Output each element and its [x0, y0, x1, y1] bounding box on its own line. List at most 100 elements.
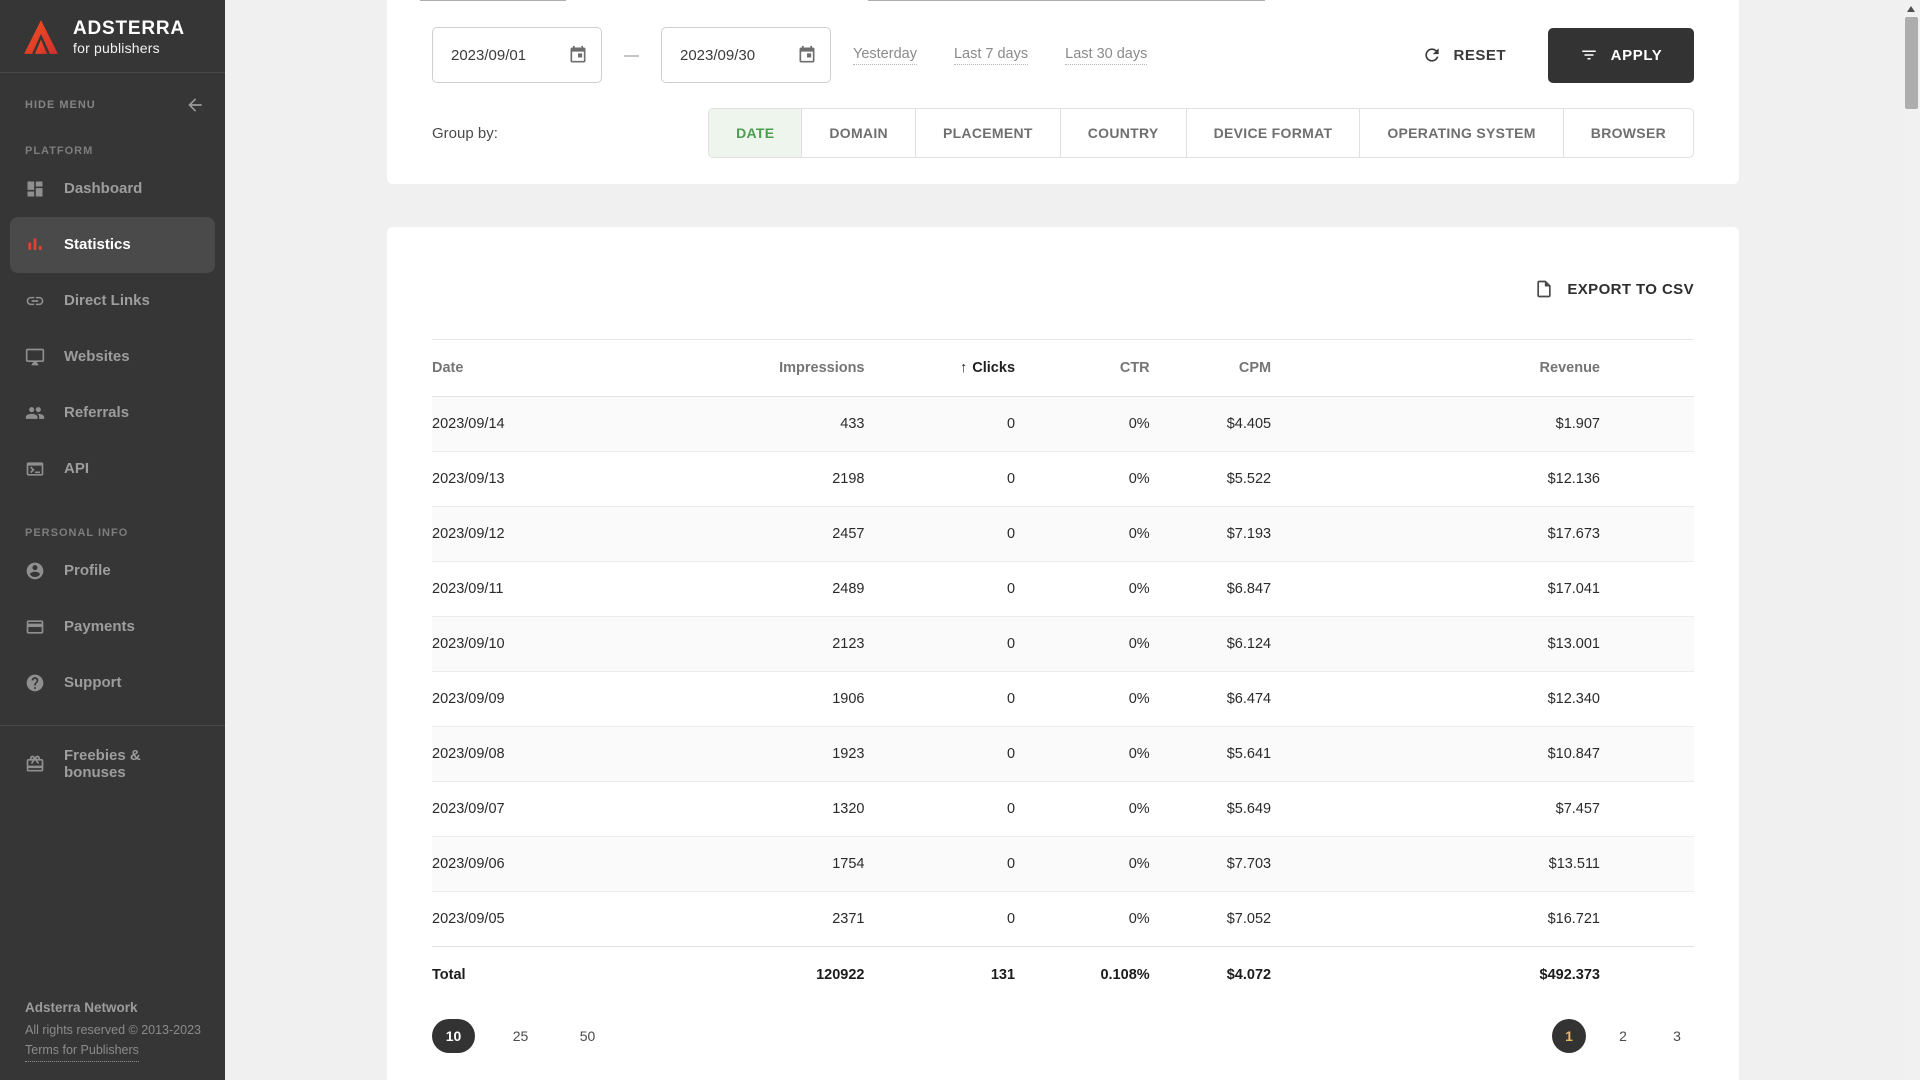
cell-impressions: 2489 — [630, 561, 865, 617]
cell-cpm: $7.193 — [1149, 506, 1272, 562]
export-to-csv-button[interactable]: EXPORT TO CSV — [432, 227, 1694, 299]
vertical-scrollbar[interactable] — [1903, 0, 1920, 1080]
tab-browser[interactable]: BROWSER — [1562, 109, 1693, 157]
column-header-date[interactable]: Date — [432, 339, 631, 397]
statistics-table: Date Impressions ↑ Clicks CTR CPM Revenue 2023… — [432, 339, 1694, 1004]
cell-clicks: 0 — [864, 726, 1016, 782]
tab-date[interactable]: DATE — [709, 109, 802, 157]
cell-cpm: $7.052 — [1149, 891, 1272, 947]
cell-ctr: 0% — [1015, 506, 1150, 562]
column-header-impressions[interactable]: Impressions — [630, 339, 865, 397]
table-row: 2023/09/14 433 0 0% $4.405 $1.907 — [432, 396, 1694, 452]
brand-tagline: for publishers — [73, 39, 160, 56]
calendar-icon[interactable] — [797, 45, 817, 65]
tab-placement[interactable]: PLACEMENT — [914, 109, 1060, 157]
cell-clicks: 0 — [864, 891, 1016, 947]
rights-text: All rights reserved © 2013-2023 — [25, 1022, 201, 1037]
sidebar-item-direct-links[interactable]: Direct Links — [10, 273, 215, 329]
calendar-icon[interactable] — [568, 45, 588, 65]
terms-link[interactable]: Terms for Publishers — [25, 1040, 139, 1062]
cell-revenue: $7.457 — [1271, 781, 1694, 837]
column-header-clicks[interactable]: ↑ Clicks — [864, 339, 1016, 397]
cell-cpm: $6.124 — [1149, 616, 1272, 672]
scroll-up-arrow-icon[interactable] — [1907, 6, 1915, 12]
quick-range-yesterday[interactable]: Yesterday — [853, 46, 917, 65]
sidebar-item-freebies-bonuses[interactable]: Freebies & bonuses — [10, 736, 215, 792]
page-size-50[interactable]: 50 — [566, 1019, 609, 1053]
date-range-separator: — — [624, 46, 639, 64]
cell-clicks: 0 — [864, 451, 1016, 507]
monitor-icon — [25, 347, 45, 367]
sidebar-item-websites[interactable]: Websites — [10, 329, 215, 385]
cell-ctr: 0% — [1015, 451, 1150, 507]
apply-button[interactable]: APPLY — [1548, 27, 1694, 83]
cell-clicks: 0 — [1006, 416, 1016, 432]
tab-domain[interactable]: DOMAIN — [801, 109, 915, 157]
cell-ctr: 0% — [1015, 726, 1150, 782]
section-label-personal-info: PERSONAL INFO — [25, 526, 129, 539]
pagination: 123 — [1552, 1018, 1694, 1053]
group-by-tabs: DATE DOMAIN PLACEMENT COUNTRY DEVICE FORMAT O… — [708, 108, 1694, 158]
column-header-ctr[interactable]: CTR — [1015, 339, 1150, 397]
cell-ctr: 0% — [1015, 781, 1150, 837]
sidebar-item-referrals[interactable]: Referrals — [10, 385, 215, 441]
tab-device-format[interactable]: DEVICE FORMAT — [1185, 109, 1360, 157]
cell-date: 2023/09/11 — [432, 561, 631, 617]
sidebar-item-label: Direct Links — [64, 292, 150, 310]
page-2[interactable]: 2 — [1606, 1019, 1640, 1053]
reset-button[interactable]: RESET — [1422, 45, 1506, 65]
sidebar-item-payments[interactable]: Payments — [10, 599, 215, 655]
page-size-10[interactable]: 10 — [432, 1018, 475, 1053]
cell-revenue: $1.907 — [1555, 416, 1600, 432]
date-to-input[interactable]: 2023/09/30 — [661, 27, 831, 83]
table-row: 2023/09/13 2198 0 0% $5.522 $12.136 — [432, 451, 1694, 507]
quick-range-last-30-days[interactable]: Last 30 days — [1065, 46, 1148, 65]
sidebar-item-dashboard[interactable]: Dashboard — [10, 161, 215, 217]
cell-date: 2023/09/05 — [432, 891, 631, 947]
sidebar-item-label: Websites — [64, 348, 130, 366]
cell-date: 2023/09/14 — [432, 416, 505, 432]
people-icon — [25, 403, 45, 423]
table-row: 2023/09/08 1923 0 0% $5.641 $10.847 — [432, 726, 1694, 782]
date-from-input[interactable]: 2023/09/01 — [432, 27, 602, 83]
column-label: Date — [432, 360, 464, 376]
cell-ctr: 0% — [1015, 616, 1150, 672]
table-row: 2023/09/06 1754 0 0% $7.703 $13.511 — [432, 836, 1694, 892]
cell-date: 2023/09/09 — [432, 671, 631, 727]
table-row: 2023/09/09 1906 0 0% $6.474 $12.340 — [432, 671, 1694, 727]
tab-operating-system[interactable]: OPERATING SYSTEM — [1359, 109, 1562, 157]
cell-clicks: 0 — [864, 671, 1016, 727]
page-3[interactable]: 3 — [1660, 1019, 1694, 1053]
column-header-cpm[interactable]: CPM — [1149, 339, 1272, 397]
sidebar-item-label: Support — [64, 674, 122, 692]
sidebar-item-label: Freebies & bonuses — [64, 746, 141, 781]
page-1[interactable]: 1 — [1552, 1018, 1586, 1053]
page-size-25[interactable]: 25 — [499, 1019, 542, 1053]
sidebar-item-profile[interactable]: Profile — [10, 543, 215, 599]
hide-menu-toggle[interactable]: HIDE MENU — [0, 73, 225, 115]
cell-date: 2023/09/08 — [432, 726, 631, 782]
total-impressions: 120922 — [630, 946, 865, 1004]
column-header-revenue[interactable]: Revenue — [1271, 339, 1694, 397]
table-row: 2023/09/11 2489 0 0% $6.847 $17.041 — [432, 561, 1694, 617]
table-row: 2023/09/07 1320 0 0% $5.649 $7.457 — [432, 781, 1694, 837]
scrollbar-thumb[interactable] — [1905, 17, 1918, 109]
sort-asc-icon: ↑ — [960, 360, 968, 376]
cell-date: 2023/09/10 — [432, 616, 631, 672]
column-label: Revenue — [1539, 360, 1600, 376]
sidebar-item-api[interactable]: API — [10, 441, 215, 497]
brand-logo[interactable]: ADSTERRA for publishers — [0, 0, 225, 72]
cell-ctr: 0% — [1128, 416, 1150, 432]
cell-date: 2023/09/13 — [432, 451, 631, 507]
truncated-field-underline — [420, 0, 566, 1]
cell-revenue: $16.721 — [1271, 891, 1694, 947]
table-row: 2023/09/05 2371 0 0% $7.052 $16.721 — [432, 891, 1694, 947]
total-ctr: 0.108% — [1015, 946, 1150, 1004]
sidebar-item-support[interactable]: Support — [10, 655, 215, 711]
quick-range-last-7-days[interactable]: Last 7 days — [953, 46, 1029, 65]
tab-country[interactable]: COUNTRY — [1059, 109, 1186, 157]
sidebar-item-statistics[interactable]: Statistics — [10, 216, 215, 273]
sidebar-item-label: Payments — [64, 618, 135, 636]
cell-impressions: 2457 — [630, 506, 865, 562]
cell-date: 2023/09/06 — [432, 836, 631, 892]
